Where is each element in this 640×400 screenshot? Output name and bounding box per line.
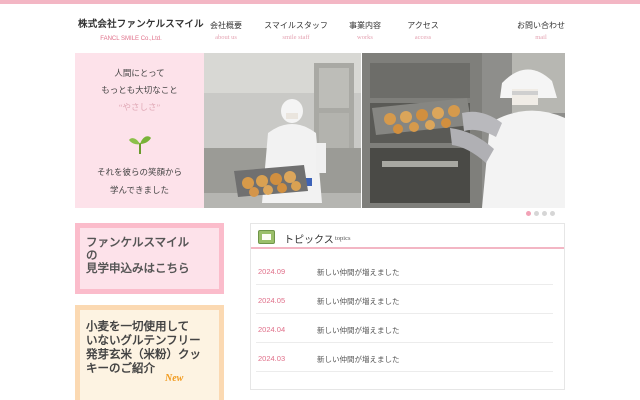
banner-line: 小麦を一切使用して	[86, 321, 190, 333]
notepad-icon	[258, 230, 275, 244]
nav-label: 会社概要	[210, 21, 242, 30]
tour-application-banner[interactable]: ファンケルスマイル の 見学申込みはこちら	[75, 223, 224, 294]
topic-title: 新しい仲間が増えました	[317, 355, 400, 364]
slider-dot[interactable]	[550, 211, 555, 216]
topic-item[interactable]: 2024.09 新しい仲間が増えました	[256, 256, 553, 285]
banner-line: いないグルテンフリー	[86, 335, 201, 347]
gluten-free-cookie-banner[interactable]: 小麦を一切使用して いないグルテンフリー 発芽玄米（米粉）クッ キーのご紹介 N…	[75, 305, 224, 400]
banner-line: ファンケルスマイル	[86, 237, 190, 249]
nav-label: 事業内容	[349, 21, 381, 30]
topic-title: 新しい仲間が増えました	[317, 326, 400, 335]
nav-sublabel: works	[357, 34, 373, 41]
slider-dot[interactable]	[534, 211, 539, 216]
nav-label: アクセス	[407, 21, 439, 30]
company-name-en: FANCL SMILE Co.,Ltd.	[100, 36, 162, 42]
cookie-banner-text: 小麦を一切使用して いないグルテンフリー 発芽玄米（米粉）クッ キーのご紹介	[86, 320, 201, 376]
top-accent-line	[0, 0, 640, 4]
hero-line: 人間にとって	[114, 68, 165, 78]
nav-sublabel: smile staff	[282, 34, 310, 41]
topics-panel: トピックス topics 2024.09 新しい仲間が増えました 2024.05…	[250, 223, 565, 390]
company-name-ja: 株式会社ファンケルスマイル	[78, 19, 204, 30]
topic-date: 2024.04	[258, 325, 286, 334]
nav-label: スマイルスタッフ	[264, 21, 328, 30]
topic-item[interactable]: 2024.04 新しい仲間が増えました	[256, 314, 553, 343]
tour-banner-text: ファンケルスマイル の 見学申込みはこちら	[86, 237, 190, 276]
banner-line: 発芽玄米（米粉）クッ	[86, 349, 201, 361]
hero-accent-line: “やさしさ”	[118, 102, 161, 112]
hero-slider[interactable]: 人間にとって もっとも大切なこと “やさしさ” それを彼らの笑顔から 学んできま…	[75, 53, 565, 208]
slider-dot[interactable]	[526, 211, 531, 216]
nav-item-works[interactable]: 事業内容 works	[339, 20, 391, 41]
new-badge: New	[165, 373, 184, 384]
topic-title: 新しい仲間が増えました	[317, 268, 400, 277]
topic-date: 2024.09	[258, 267, 286, 276]
sprout-icon	[129, 136, 151, 154]
topic-item[interactable]: 2024.05 新しい仲間が増えました	[256, 285, 553, 314]
site-logo[interactable]: 株式会社ファンケルスマイル FANCL SMILE Co.,Ltd.	[78, 16, 204, 42]
hero-line: それを彼らの笑顔から	[96, 167, 182, 177]
topic-title: 新しい仲間が増えました	[317, 297, 400, 306]
banner-line: の	[86, 250, 98, 262]
hero-photo-oven	[362, 53, 565, 208]
nav-sublabel: about us	[215, 34, 237, 41]
nav-label: お問い合わせ	[517, 21, 565, 30]
nav-item-about[interactable]: 会社概要 about us	[196, 20, 256, 41]
nav-sublabel: access	[414, 34, 432, 41]
topic-date: 2024.03	[258, 354, 286, 363]
topic-date: 2024.05	[258, 296, 286, 305]
hero-message-panel: 人間にとって もっとも大切なこと “やさしさ” それを彼らの笑顔から 学んできま…	[75, 53, 204, 208]
nav-sublabel: mail	[535, 34, 547, 41]
topics-header: トピックス topics	[251, 224, 564, 249]
nav-item-staff[interactable]: スマイルスタッフ smile staff	[261, 20, 331, 41]
hero-line: 学んできました	[109, 185, 170, 195]
topics-subtitle: topics	[335, 235, 351, 242]
banner-line: キーのご紹介	[86, 363, 155, 375]
nav-item-access[interactable]: アクセス access	[398, 20, 448, 41]
slider-dot[interactable]	[542, 211, 547, 216]
topic-item[interactable]: 2024.03 新しい仲間が増えました	[256, 343, 553, 372]
banner-line: 見学申込みはこちら	[86, 263, 190, 275]
hero-line: もっとも大切なこと	[101, 85, 178, 95]
hero-photo-worker-tray	[204, 53, 361, 208]
nav-item-contact[interactable]: お問い合わせ mail	[511, 20, 571, 41]
topics-title: トピックス	[284, 235, 334, 246]
slider-dots	[526, 211, 555, 216]
